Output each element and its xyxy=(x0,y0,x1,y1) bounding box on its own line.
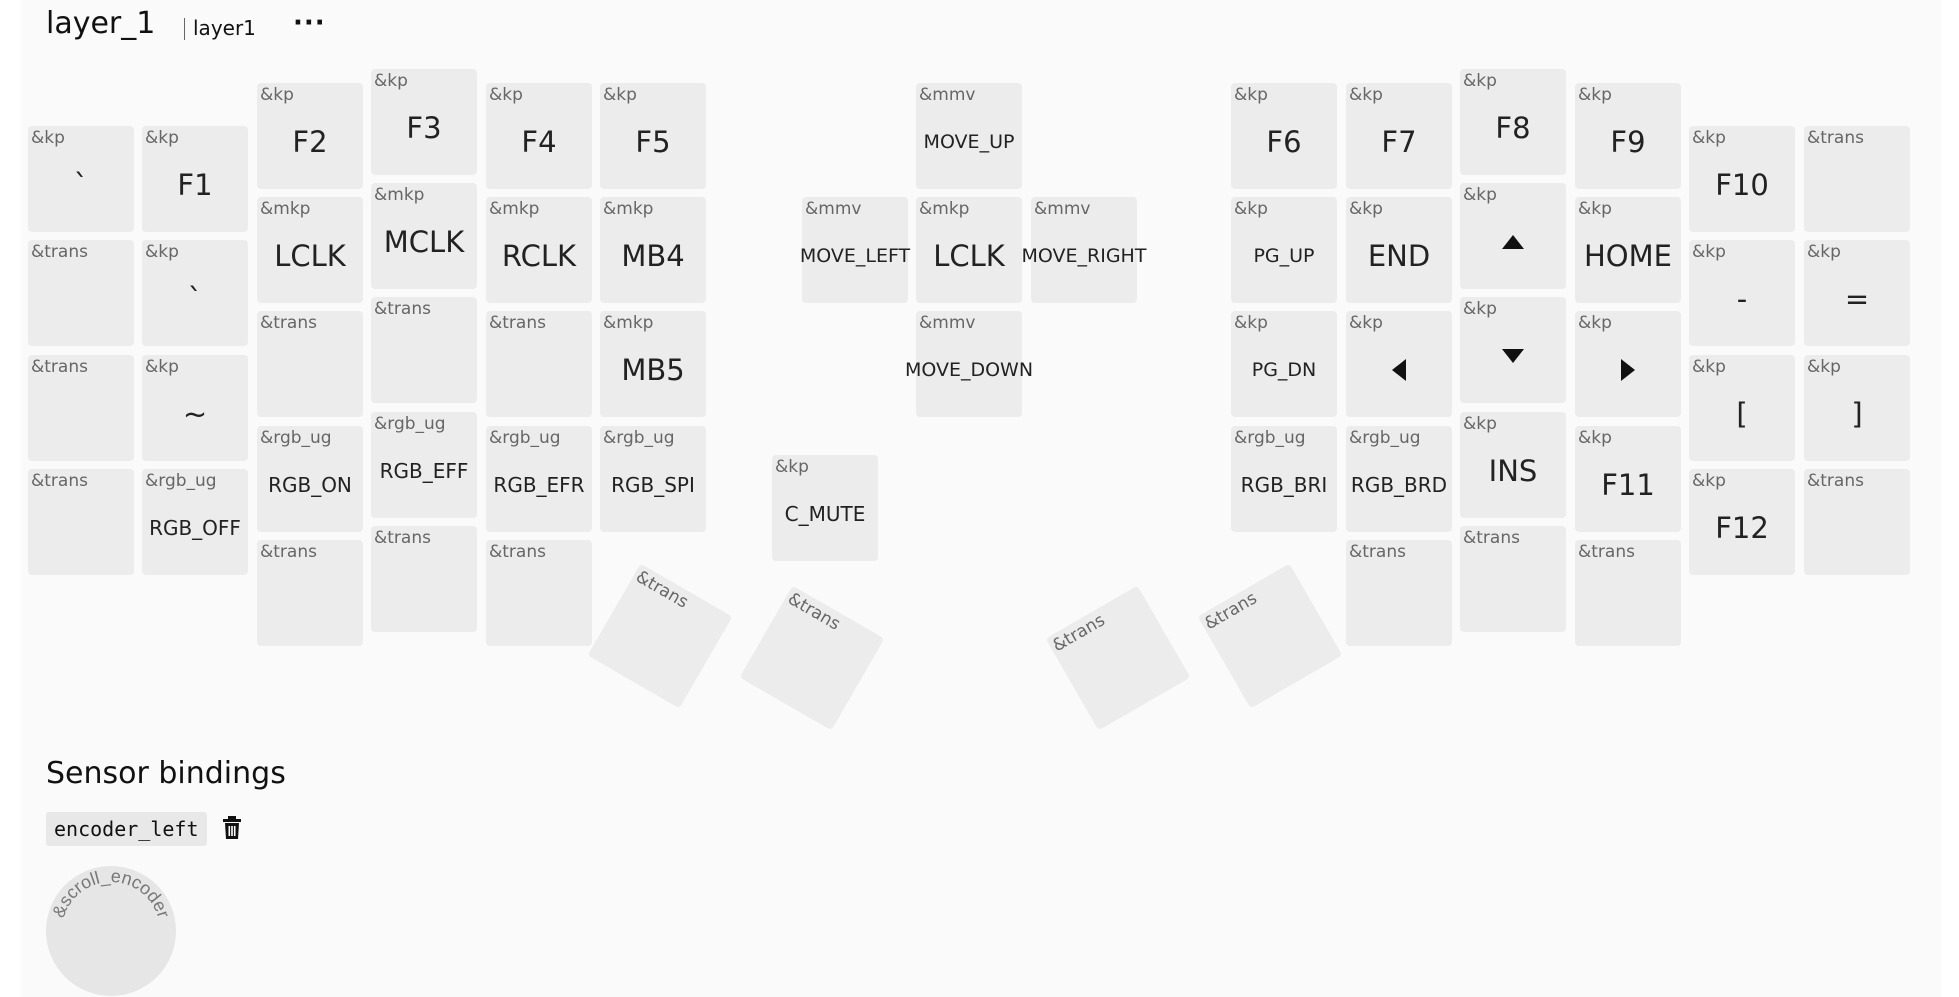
key-legend: F5 xyxy=(635,125,671,159)
keyboard-layout: &kp ` &kp F1 &kp F2 &kp F3 &kp F4 &kp F5 &mmv MOVE_UP… xyxy=(21,0,1941,760)
key-legend: RGB_SPI xyxy=(611,473,695,497)
key[interactable]: &kp[ xyxy=(1689,355,1795,461)
key[interactable]: &trans xyxy=(1460,526,1566,632)
encoder-name[interactable]: encoder_left xyxy=(46,812,207,846)
key[interactable]: &trans xyxy=(486,311,592,417)
encoder-knob[interactable]: &scroll_encoder xyxy=(46,866,176,996)
key[interactable]: &kp C_MUTE xyxy=(772,455,878,561)
key[interactable]: &rgb_ug RGB_BRD xyxy=(1346,426,1452,532)
key[interactable]: &kp PG_UP xyxy=(1231,197,1337,303)
key[interactable]: &kp INS xyxy=(1460,412,1566,518)
key[interactable]: &trans xyxy=(1346,540,1452,646)
key[interactable]: &kp F8 xyxy=(1460,69,1566,175)
svg-text:&scroll_encoder: &scroll_encoder xyxy=(48,866,174,920)
key[interactable]: &trans xyxy=(1045,585,1191,731)
key[interactable]: &kp HOME xyxy=(1575,197,1681,303)
key[interactable]: &trans xyxy=(1575,540,1681,646)
key-legend xyxy=(1555,540,1701,646)
key[interactable]: &mmv MOVE_RIGHT xyxy=(1022,197,1146,303)
key[interactable]: &rgb_ug RGB_BRI xyxy=(1231,426,1337,532)
key[interactable]: &trans xyxy=(1804,469,1910,575)
trash-icon[interactable] xyxy=(222,816,242,844)
key[interactable]: &kp F12 xyxy=(1689,469,1795,575)
key[interactable]: &mmv MOVE_LEFT xyxy=(800,197,910,303)
layer-panel: layer_1 layer1 ··· &kp ` &kp F1 &kp F2 &kp F3 &k… xyxy=(21,0,1941,997)
key[interactable]: &kp xyxy=(1346,311,1452,417)
key[interactable]: &kp PG_DN xyxy=(1231,311,1337,417)
key[interactable]: &trans xyxy=(28,355,134,461)
key[interactable]: &kp END xyxy=(1346,197,1452,303)
key[interactable]: &kp ` xyxy=(142,240,248,346)
key[interactable]: &kp F2 xyxy=(257,83,363,189)
key-legend: ] xyxy=(1851,397,1863,431)
key[interactable]: &kp] xyxy=(1804,355,1910,461)
key[interactable]: &trans xyxy=(1804,126,1910,232)
key[interactable]: &kp F10 xyxy=(1689,126,1795,232)
key[interactable]: &trans xyxy=(28,240,134,346)
key[interactable]: &rgb_ug RGB_SPI xyxy=(600,426,706,532)
key[interactable]: &mkp MB4 xyxy=(600,197,706,303)
key[interactable]: &trans xyxy=(257,311,363,417)
key[interactable]: &rgb_ug RGB_OFF xyxy=(142,469,248,575)
key-legend: MB5 xyxy=(621,353,685,387)
key[interactable]: &mkp MB5 xyxy=(600,311,706,417)
key-legend xyxy=(1784,469,1930,575)
key[interactable]: &kp xyxy=(1460,297,1566,403)
key[interactable]: &trans xyxy=(587,563,733,709)
encoder-binding-label: &scroll_encoder xyxy=(48,866,174,920)
key-legend: MOVE_UP xyxy=(923,131,1015,153)
sensor-bindings-title: Sensor bindings xyxy=(46,756,286,791)
key[interactable]: &kp - xyxy=(1689,240,1795,346)
key-legend xyxy=(1784,126,1930,232)
key[interactable]: &mmv MOVE_UP xyxy=(916,83,1022,189)
key[interactable]: &rgb_ug RGB_ON xyxy=(257,426,363,532)
key-legend: MOVE_RIGHT xyxy=(1021,245,1147,267)
key-legend xyxy=(722,576,901,741)
key[interactable]: &kp F9 xyxy=(1575,83,1681,189)
key[interactable]: &mkp LCLK xyxy=(916,197,1022,303)
key[interactable]: &kp xyxy=(1575,311,1681,417)
key[interactable]: &trans xyxy=(1197,563,1343,709)
key[interactable]: &trans xyxy=(257,540,363,646)
key[interactable]: &kp F7 xyxy=(1346,83,1452,189)
key-legend xyxy=(1028,576,1207,741)
key[interactable]: &kp F6 xyxy=(1231,83,1337,189)
key[interactable]: &mmv MOVE_DOWN xyxy=(905,311,1033,417)
key[interactable]: &mkp LCLK xyxy=(257,197,363,303)
key-legend: MB4 xyxy=(621,239,685,273)
encoder-binding-text: &scroll_encoder xyxy=(48,866,174,920)
key[interactable]: &kp ~ xyxy=(142,355,248,461)
key[interactable]: &trans xyxy=(371,297,477,403)
key[interactable]: &kp xyxy=(1460,183,1566,289)
key[interactable]: &kp F11 xyxy=(1575,426,1681,532)
key[interactable]: &kp F4 xyxy=(486,83,592,189)
key[interactable]: &trans xyxy=(28,469,134,575)
key-legend: = xyxy=(1844,282,1870,316)
key[interactable]: &trans xyxy=(486,540,592,646)
key[interactable]: &kp ` xyxy=(28,126,134,232)
key[interactable]: &mkp MCLK xyxy=(371,183,477,289)
key[interactable]: &rgb_ug RGB_EFR xyxy=(486,426,592,532)
key[interactable]: &trans xyxy=(739,585,885,731)
key[interactable]: &mkp RCLK xyxy=(486,197,592,303)
key[interactable]: &rgb_ug RGB_EFF xyxy=(371,412,477,518)
key[interactable]: &trans xyxy=(371,526,477,632)
key-legend: MOVE_DOWN xyxy=(904,359,1034,381)
key-legend: C_MUTE xyxy=(784,502,866,526)
key[interactable]: &kp F5 xyxy=(600,83,706,189)
key[interactable]: &kp F1 xyxy=(142,126,248,232)
key[interactable]: &kp F3 xyxy=(371,69,477,175)
key[interactable]: &kp = xyxy=(1804,240,1910,346)
